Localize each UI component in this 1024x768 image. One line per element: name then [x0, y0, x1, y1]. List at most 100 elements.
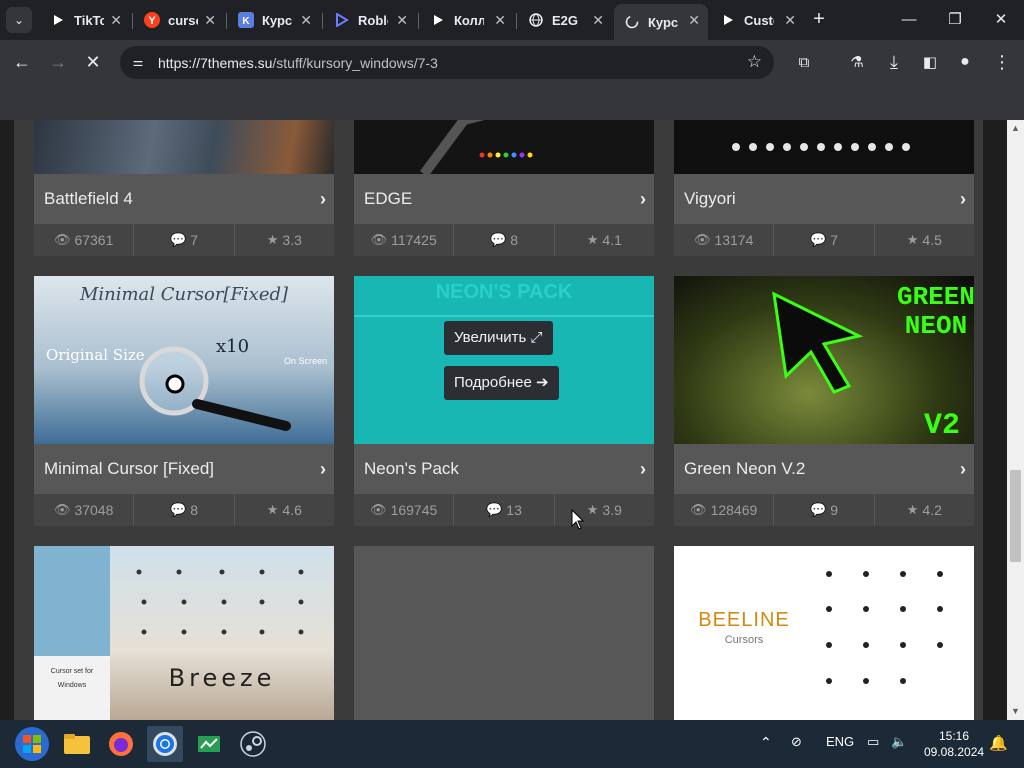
minimize-icon: — [901, 11, 917, 28]
card-thumbnail[interactable] [674, 120, 974, 174]
close-icon[interactable]: ✕ [204, 12, 216, 29]
card-title[interactable]: Vigyori › [674, 174, 974, 224]
card-thumbnail[interactable]: Minimal Cursor[Fixed] Original Size x10 … [34, 276, 334, 444]
card-title[interactable]: Minimal Cursor [Fixed] › [34, 444, 334, 494]
cursor-card[interactable]: Cursor set for Windows Breeze [34, 546, 334, 720]
address-bar[interactable]: ⚌ https://7themes.su/stuff/kursory_windo… [120, 46, 774, 79]
profile-button[interactable]: ● [953, 50, 977, 74]
menu-button[interactable]: ⋮ [990, 50, 1014, 74]
tab-vk[interactable]: K Курсоры ✕ [228, 4, 320, 36]
forward-button[interactable]: → [46, 50, 70, 74]
notification-bell-icon[interactable]: 🔔 [989, 734, 1008, 752]
scrollbar-thumb[interactable] [1010, 470, 1021, 562]
thumb-word: Breeze [169, 664, 276, 692]
close-icon[interactable]: ✕ [592, 12, 604, 29]
cursor-card[interactable]: GREEN NEON V2 Green Neon V.2 › 👁 128469 💬 9… [674, 276, 974, 526]
details-button[interactable]: Подробнее ➔ [444, 366, 559, 400]
eye-icon: 👁 [370, 232, 388, 247]
views-count: 13174 [714, 232, 754, 248]
card-title[interactable]: EDGE › [354, 174, 654, 224]
stop-button[interactable]: ✕ [81, 50, 105, 74]
restore-button[interactable]: ❐ [932, 6, 978, 34]
tab-separator [132, 13, 133, 29]
globe-icon [528, 12, 544, 28]
tab-roblox[interactable]: Roblox ✕ [324, 4, 416, 36]
taskbar-firefox[interactable] [103, 726, 139, 762]
tab-kursory-active[interactable]: Курсоры ✕ [614, 4, 708, 40]
taskbar-steam[interactable] [235, 726, 271, 762]
thumb-sub: Cursors [725, 634, 764, 646]
card-thumbnail[interactable] [354, 120, 654, 174]
zoom-button[interactable]: Увеличить ⤢ [444, 321, 553, 355]
start-button[interactable] [14, 726, 50, 762]
labs-button[interactable]: ⚗ [845, 50, 869, 74]
new-tab-button[interactable]: + [808, 8, 830, 30]
stat-rating: ★ 3.9 [555, 494, 654, 526]
eye-icon: 👁 [693, 232, 711, 247]
taskbar-app[interactable] [191, 726, 227, 762]
card-thumbnail[interactable]: BEELINE Cursors [674, 546, 974, 720]
cursor-card[interactable]: Vigyori › 👁 13174 💬 7 ★ 4.5 [674, 120, 974, 256]
minimize-button[interactable]: — [886, 6, 932, 34]
downloads-button[interactable]: ⤓ [882, 50, 906, 74]
cursor-card[interactable]: NEON'S PACK Увеличить ⤢ Подробнее ➔ Neon… [354, 276, 654, 526]
taskbar-clock[interactable]: 15:16 09.08.2024 [924, 728, 984, 760]
plus-icon: + [813, 8, 825, 30]
url-path: /stuff/kursory_windows/7-3 [272, 55, 438, 71]
stat-comments: 💬 7 [774, 224, 875, 256]
tab-search-button[interactable]: ⌄ [6, 7, 32, 33]
card-stats: 👁 128469 💬 9 ★ 4.2 [674, 494, 974, 526]
thumb-x10: x10 [216, 336, 249, 357]
card-thumbnail[interactable] [34, 120, 334, 174]
card-thumbnail[interactable]: NEON'S PACK Увеличить ⤢ Подробнее ➔ [354, 276, 654, 444]
tray-chevron-up-icon[interactable]: ⌃ [760, 734, 772, 751]
rating-value: 4.2 [922, 502, 942, 518]
cursor-card[interactable]: BEELINE Cursors [674, 546, 974, 720]
tab-e2g[interactable]: E2G ✕ [518, 4, 612, 36]
back-button[interactable]: ← [10, 50, 34, 74]
chevron-right-icon: › [960, 459, 966, 479]
scroll-up-arrow-icon[interactable]: ▲ [1007, 120, 1024, 137]
scroll-down-arrow-icon[interactable]: ▼ [1007, 703, 1024, 720]
cursor-card[interactable]: EDGE › 👁 117425 💬 8 ★ 4.1 [354, 120, 654, 256]
close-icon[interactable]: ✕ [396, 12, 408, 29]
rating-value: 4.6 [282, 502, 302, 518]
tiktok-icon [50, 12, 66, 28]
stat-views: 👁 169745 [354, 494, 455, 526]
close-icon[interactable]: ✕ [300, 12, 312, 29]
network-off-icon[interactable]: ⊘ [791, 734, 802, 750]
star-icon: ★ [586, 232, 599, 247]
tab-custom[interactable]: Custom ✕ [710, 4, 804, 36]
url-text[interactable]: https://7themes.su/stuff/kursory_windows… [158, 55, 438, 71]
side-panel-button[interactable]: ◧ [918, 50, 942, 74]
display-icon[interactable]: ▭ [867, 734, 879, 750]
extensions-button[interactable]: ⧉ [792, 50, 816, 74]
thumb-v2: V2 [924, 409, 960, 443]
close-icon[interactable]: ✕ [784, 12, 796, 29]
views-count: 169745 [390, 502, 438, 518]
tab-title: Курсоры [262, 12, 292, 28]
cursor-card[interactable]: Battlefield 4 › 👁 67361 💬 7 ★ 3.3 [34, 120, 334, 256]
site-info-icon[interactable]: ⚌ [130, 54, 146, 70]
card-title[interactable]: Neon's Pack › [354, 444, 654, 494]
bookmark-star-icon[interactable]: ☆ [747, 52, 762, 72]
taskbar-explorer[interactable] [59, 726, 95, 762]
tab-cursors-search[interactable]: Y cursors ✕ [134, 4, 224, 36]
close-icon[interactable]: ✕ [494, 12, 506, 29]
close-window-button[interactable]: ✕ [978, 6, 1024, 34]
cursor-card[interactable]: Minimal Cursor[Fixed] Original Size x10 … [34, 276, 334, 526]
volume-icon[interactable]: 🔈 [891, 734, 907, 750]
close-icon[interactable]: ✕ [110, 12, 122, 29]
language-indicator[interactable]: ENG [826, 734, 854, 749]
taskbar-chrome[interactable] [147, 726, 183, 762]
tab-collection[interactable]: Коллекция ✕ [420, 4, 514, 36]
card-thumbnail[interactable]: GREEN NEON V2 [674, 276, 974, 444]
card-thumbnail[interactable] [354, 546, 654, 720]
card-title[interactable]: Green Neon V.2 › [674, 444, 974, 494]
close-icon[interactable]: ✕ [688, 12, 700, 29]
tab-tiktok[interactable]: TikTok ✕ [40, 4, 130, 36]
card-title[interactable]: Battlefield 4 › [34, 174, 334, 224]
page-scrollbar[interactable]: ▲ ▼ [1007, 120, 1024, 720]
card-thumbnail[interactable]: Cursor set for Windows Breeze [34, 546, 334, 720]
cursor-card[interactable] [354, 546, 654, 720]
